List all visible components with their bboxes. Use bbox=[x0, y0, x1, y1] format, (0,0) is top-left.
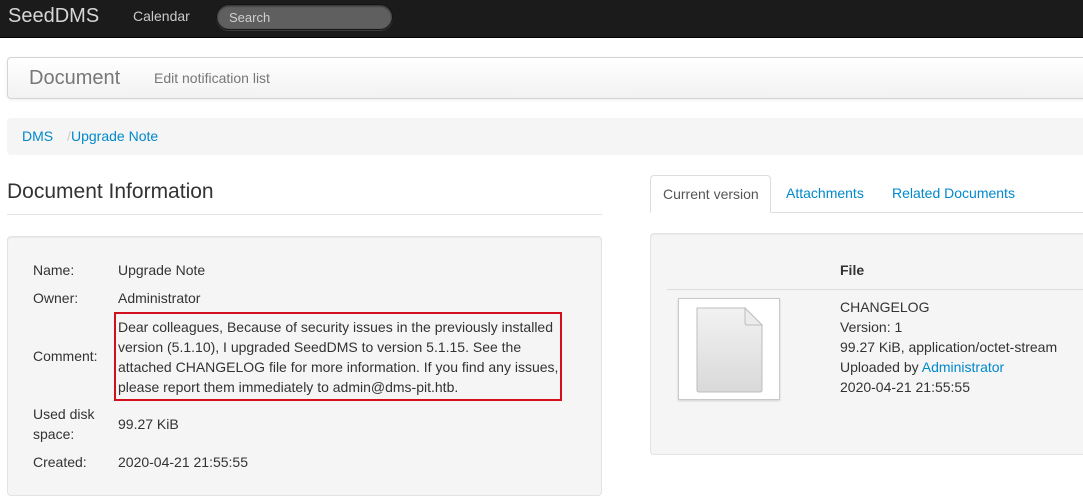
disk-space-label-line2: space: bbox=[33, 426, 75, 442]
nav-link-calendar[interactable]: Calendar bbox=[133, 8, 190, 24]
subnav-title[interactable]: Document bbox=[29, 67, 120, 89]
search-input[interactable] bbox=[216, 4, 393, 30]
table-header-divider bbox=[667, 289, 1083, 290]
file-name: CHANGELOG bbox=[840, 299, 930, 315]
tab-related-documents[interactable]: Related Documents bbox=[892, 185, 1015, 201]
top-navbar: SeedDMS Calendar bbox=[0, 0, 1083, 38]
file-version: Version: 1 bbox=[840, 319, 903, 335]
disk-space-label-line1: Used disk bbox=[33, 406, 95, 422]
edit-notification-list-link[interactable]: Edit notification list bbox=[154, 70, 270, 86]
uploaded-by-prefix: Uploaded by bbox=[840, 359, 919, 375]
name-label: Name: bbox=[33, 262, 75, 278]
file-uploaded-by: Uploaded by Administrator bbox=[840, 357, 1004, 377]
owner-label: Owner: bbox=[33, 290, 79, 306]
document-information-panel: Name: Upgrade Note Owner: Administrator … bbox=[7, 236, 602, 496]
breadcrumb: DMS / Upgrade Note bbox=[7, 118, 1083, 155]
brand-logo[interactable]: SeedDMS bbox=[8, 4, 99, 28]
uploader-link[interactable]: Administrator bbox=[922, 359, 1004, 375]
created-value: 2020-04-21 21:55:55 bbox=[118, 454, 248, 470]
tab-current-version-label: Current version bbox=[663, 186, 759, 202]
created-label: Created: bbox=[33, 454, 87, 470]
file-thumbnail[interactable] bbox=[678, 298, 780, 400]
disk-space-value: 99.27 KiB bbox=[118, 416, 179, 432]
document-information-heading: Document Information bbox=[7, 180, 214, 203]
owner-link[interactable]: Administrator bbox=[118, 288, 200, 308]
file-size-type: 99.27 KiB, application/octet-stream bbox=[840, 339, 1058, 355]
tab-current-version[interactable]: Current version bbox=[650, 175, 771, 213]
tab-attachments[interactable]: Attachments bbox=[786, 185, 864, 201]
comment-label: Comment: bbox=[33, 348, 98, 364]
file-column-header: File bbox=[840, 262, 865, 278]
name-value: Upgrade Note bbox=[118, 262, 206, 278]
breadcrumb-item-upgrade-note[interactable]: Upgrade Note bbox=[71, 128, 158, 144]
document-file-icon bbox=[696, 306, 764, 393]
breadcrumb-item-dms[interactable]: DMS bbox=[22, 128, 53, 144]
heading-divider bbox=[7, 214, 602, 215]
file-upload-date: 2020-04-21 21:55:55 bbox=[840, 379, 970, 395]
document-subnav: Document Edit notification list bbox=[7, 57, 1083, 99]
comment-value: Dear colleagues, Because of security iss… bbox=[118, 319, 559, 395]
